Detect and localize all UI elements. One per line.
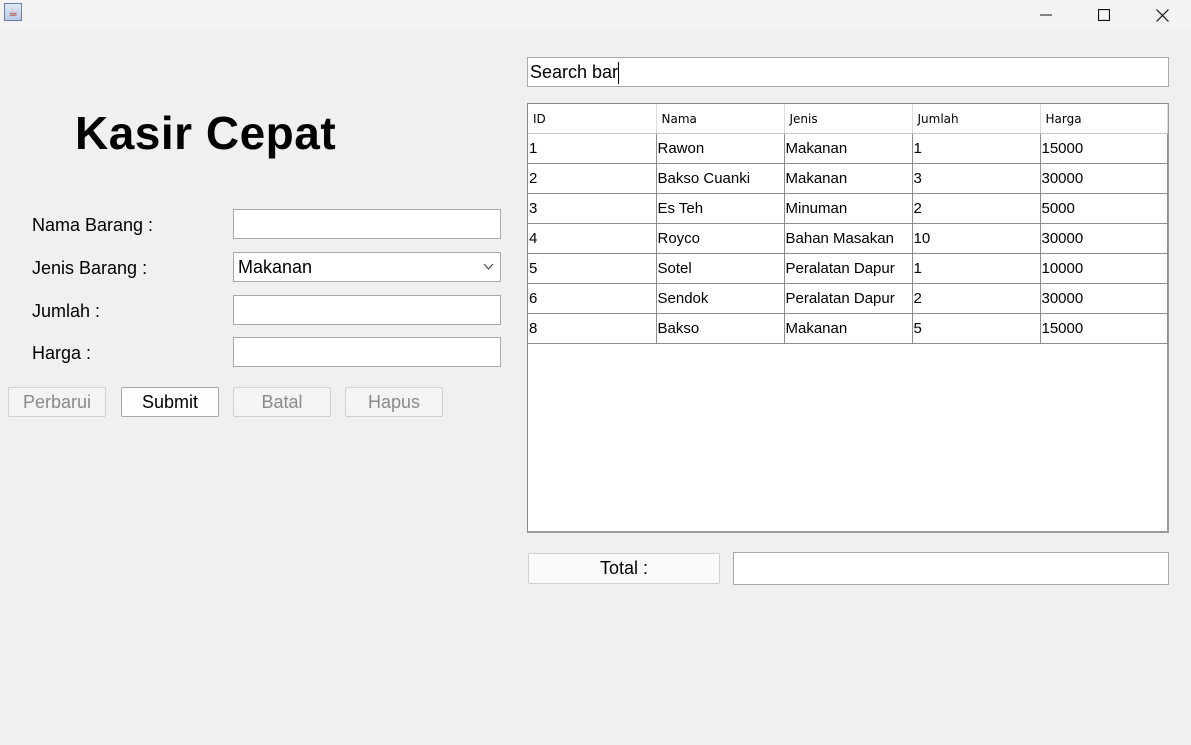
- jumlah-input[interactable]: [233, 295, 501, 325]
- cell-jumlah[interactable]: 5: [911, 313, 1041, 344]
- minimize-button[interactable]: [1017, 0, 1075, 30]
- cell-nama[interactable]: Sotel: [655, 253, 785, 284]
- cell-nama[interactable]: Bakso: [655, 313, 785, 344]
- java-icon[interactable]: ☕: [4, 3, 22, 21]
- table-row[interactable]: 8 Bakso Makanan 5 15000: [528, 313, 1168, 344]
- cell-harga[interactable]: 15000: [1039, 313, 1168, 344]
- text-caret: [618, 62, 620, 85]
- column-header-id[interactable]: ID: [528, 104, 657, 134]
- cell-jenis[interactable]: Makanan: [783, 163, 913, 194]
- cell-harga[interactable]: 10000: [1039, 253, 1168, 284]
- cell-jenis[interactable]: Peralatan Dapur: [783, 253, 913, 284]
- cell-nama[interactable]: Sendok: [655, 283, 785, 314]
- window-titlebar: ☕: [0, 0, 1191, 30]
- cell-id[interactable]: 5: [528, 253, 657, 284]
- hapus-button[interactable]: Hapus: [345, 387, 443, 417]
- cell-jenis[interactable]: Peralatan Dapur: [783, 283, 913, 314]
- cell-jumlah[interactable]: 3: [911, 163, 1041, 194]
- table-row[interactable]: 1 Rawon Makanan 1 15000: [528, 133, 1168, 164]
- cell-id[interactable]: 4: [528, 223, 657, 254]
- cell-jumlah[interactable]: 2: [911, 283, 1041, 314]
- chevron-down-icon: [483, 253, 494, 291]
- cell-harga[interactable]: 5000: [1039, 193, 1168, 224]
- cell-nama[interactable]: Rawon: [655, 133, 785, 164]
- jenis-barang-select[interactable]: Makanan: [233, 252, 501, 282]
- cell-nama[interactable]: Es Teh: [655, 193, 785, 224]
- cell-jumlah[interactable]: 1: [911, 253, 1041, 284]
- cell-id[interactable]: 2: [528, 163, 657, 194]
- close-icon: [1155, 8, 1169, 22]
- cell-id[interactable]: 6: [528, 283, 657, 314]
- cell-harga[interactable]: 30000: [1039, 163, 1168, 194]
- harga-label: Harga :: [32, 343, 92, 363]
- table-row[interactable]: 4 Royco Bahan Masakan 10 30000: [528, 223, 1168, 254]
- batal-button[interactable]: Batal: [233, 387, 331, 417]
- cell-jenis[interactable]: Bahan Masakan: [783, 223, 913, 254]
- harga-input[interactable]: [233, 337, 501, 367]
- maximize-icon: [1098, 9, 1110, 21]
- table-row[interactable]: 2 Bakso Cuanki Makanan 3 30000: [528, 163, 1168, 194]
- cell-id[interactable]: 1: [528, 133, 657, 164]
- items-grid[interactable]: ID Nama Jenis Jumlah Harga 1 Rawon Makan…: [528, 104, 1168, 344]
- table-row[interactable]: 3 Es Teh Minuman 2 5000: [528, 193, 1168, 224]
- cell-harga[interactable]: 15000: [1039, 133, 1168, 164]
- close-button[interactable]: [1133, 0, 1191, 30]
- table-header-row: ID Nama Jenis Jumlah Harga: [528, 104, 1168, 134]
- cell-nama[interactable]: Royco: [655, 223, 785, 254]
- jenis-barang-label: Jenis Barang :: [32, 258, 148, 278]
- items-table[interactable]: ID Nama Jenis Jumlah Harga 1 Rawon Makan…: [527, 103, 1169, 533]
- submit-button[interactable]: Submit: [121, 387, 219, 417]
- column-header-nama[interactable]: Nama: [656, 104, 785, 134]
- cell-jumlah[interactable]: 1: [911, 133, 1041, 164]
- column-header-jumlah[interactable]: Jumlah: [912, 104, 1041, 134]
- nama-barang-label: Nama Barang :: [32, 215, 154, 235]
- perbarui-button[interactable]: Perbarui: [8, 387, 106, 417]
- cell-jumlah[interactable]: 2: [911, 193, 1041, 224]
- total-label-button[interactable]: Total :: [528, 553, 720, 584]
- table-row[interactable]: 5 Sotel Peralatan Dapur 1 10000: [528, 253, 1168, 284]
- table-row[interactable]: 6 Sendok Peralatan Dapur 2 30000: [528, 283, 1168, 314]
- cell-jenis[interactable]: Makanan: [783, 133, 913, 164]
- cell-harga[interactable]: 30000: [1039, 283, 1168, 314]
- jumlah-label: Jumlah :: [32, 301, 101, 321]
- column-header-harga[interactable]: Harga: [1040, 104, 1168, 134]
- minimize-icon: [1040, 14, 1052, 16]
- jenis-barang-selected: Makanan: [238, 257, 313, 277]
- total-field[interactable]: [733, 552, 1169, 585]
- cell-id[interactable]: 3: [528, 193, 657, 224]
- cell-jumlah[interactable]: 10: [911, 223, 1041, 254]
- cell-id[interactable]: 8: [528, 313, 657, 344]
- app-title: Kasir Cepat: [75, 107, 337, 159]
- column-header-jenis[interactable]: Jenis: [784, 104, 913, 134]
- cell-jenis[interactable]: Minuman: [783, 193, 913, 224]
- maximize-button[interactable]: [1075, 0, 1133, 30]
- cell-nama[interactable]: Bakso Cuanki: [655, 163, 785, 194]
- search-input-text: Search bar: [530, 62, 619, 82]
- cell-harga[interactable]: 30000: [1039, 223, 1168, 254]
- search-input[interactable]: Search bar: [527, 57, 1169, 87]
- nama-barang-input[interactable]: [233, 209, 501, 239]
- cell-jenis[interactable]: Makanan: [783, 313, 913, 344]
